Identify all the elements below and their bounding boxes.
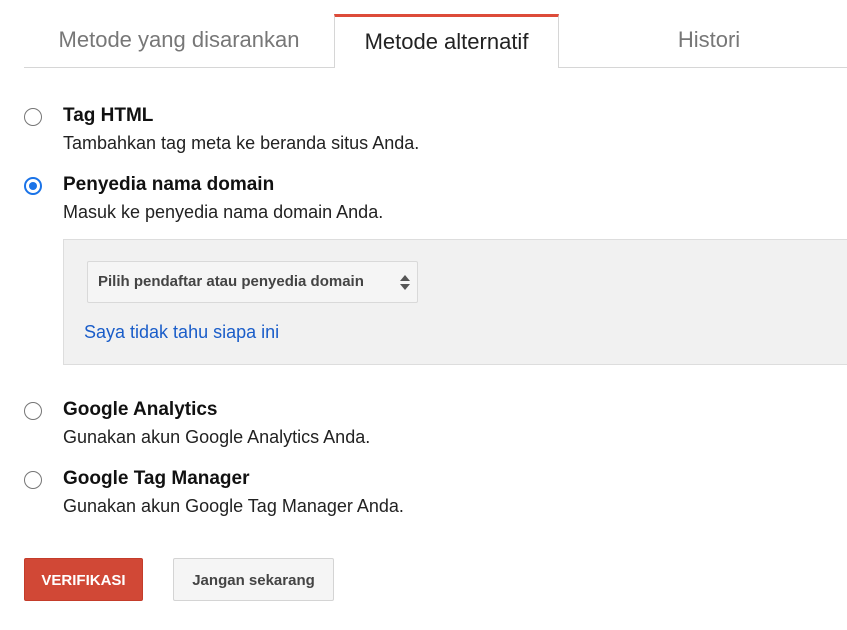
option-title: Penyedia nama domain	[63, 174, 275, 195]
option-title: Google Tag Manager	[63, 468, 250, 489]
radio-google-tag-manager[interactable]	[24, 471, 42, 489]
unknown-provider-link[interactable]: Saya tidak tahu siapa ini	[84, 322, 279, 343]
domain-provider-select[interactable]: Pilih pendaftar atau penyedia domain	[87, 261, 418, 303]
option-description: Masuk ke penyedia nama domain Anda.	[63, 202, 384, 222]
radio-domain-provider[interactable]	[24, 177, 42, 195]
tab-history[interactable]: Histori	[559, 14, 847, 66]
radio-google-analytics[interactable]	[24, 402, 42, 420]
option-description: Gunakan akun Google Tag Manager Anda.	[63, 496, 404, 516]
radio-html-tag[interactable]	[24, 108, 42, 126]
method-tabs: Metode yang disarankan Metode alternatif…	[24, 14, 847, 68]
not-now-button[interactable]: Jangan sekarang	[173, 558, 334, 601]
radio-selected-dot	[29, 182, 37, 190]
option-description: Gunakan akun Google Analytics Anda.	[63, 427, 371, 447]
option-title: Google Analytics	[63, 399, 218, 420]
verify-button[interactable]: VERIFIKASI	[24, 558, 143, 601]
tab-alternative-method[interactable]: Metode alternatif	[334, 14, 559, 68]
option-title: Tag HTML	[63, 105, 154, 126]
tab-recommended-method[interactable]: Metode yang disarankan	[24, 14, 334, 66]
up-down-arrows-icon	[400, 275, 410, 291]
select-value: Pilih pendaftar atau penyedia domain	[98, 273, 364, 290]
domain-provider-panel: Pilih pendaftar atau penyedia domain Say…	[63, 239, 847, 365]
option-description: Tambahkan tag meta ke beranda situs Anda…	[63, 133, 420, 153]
